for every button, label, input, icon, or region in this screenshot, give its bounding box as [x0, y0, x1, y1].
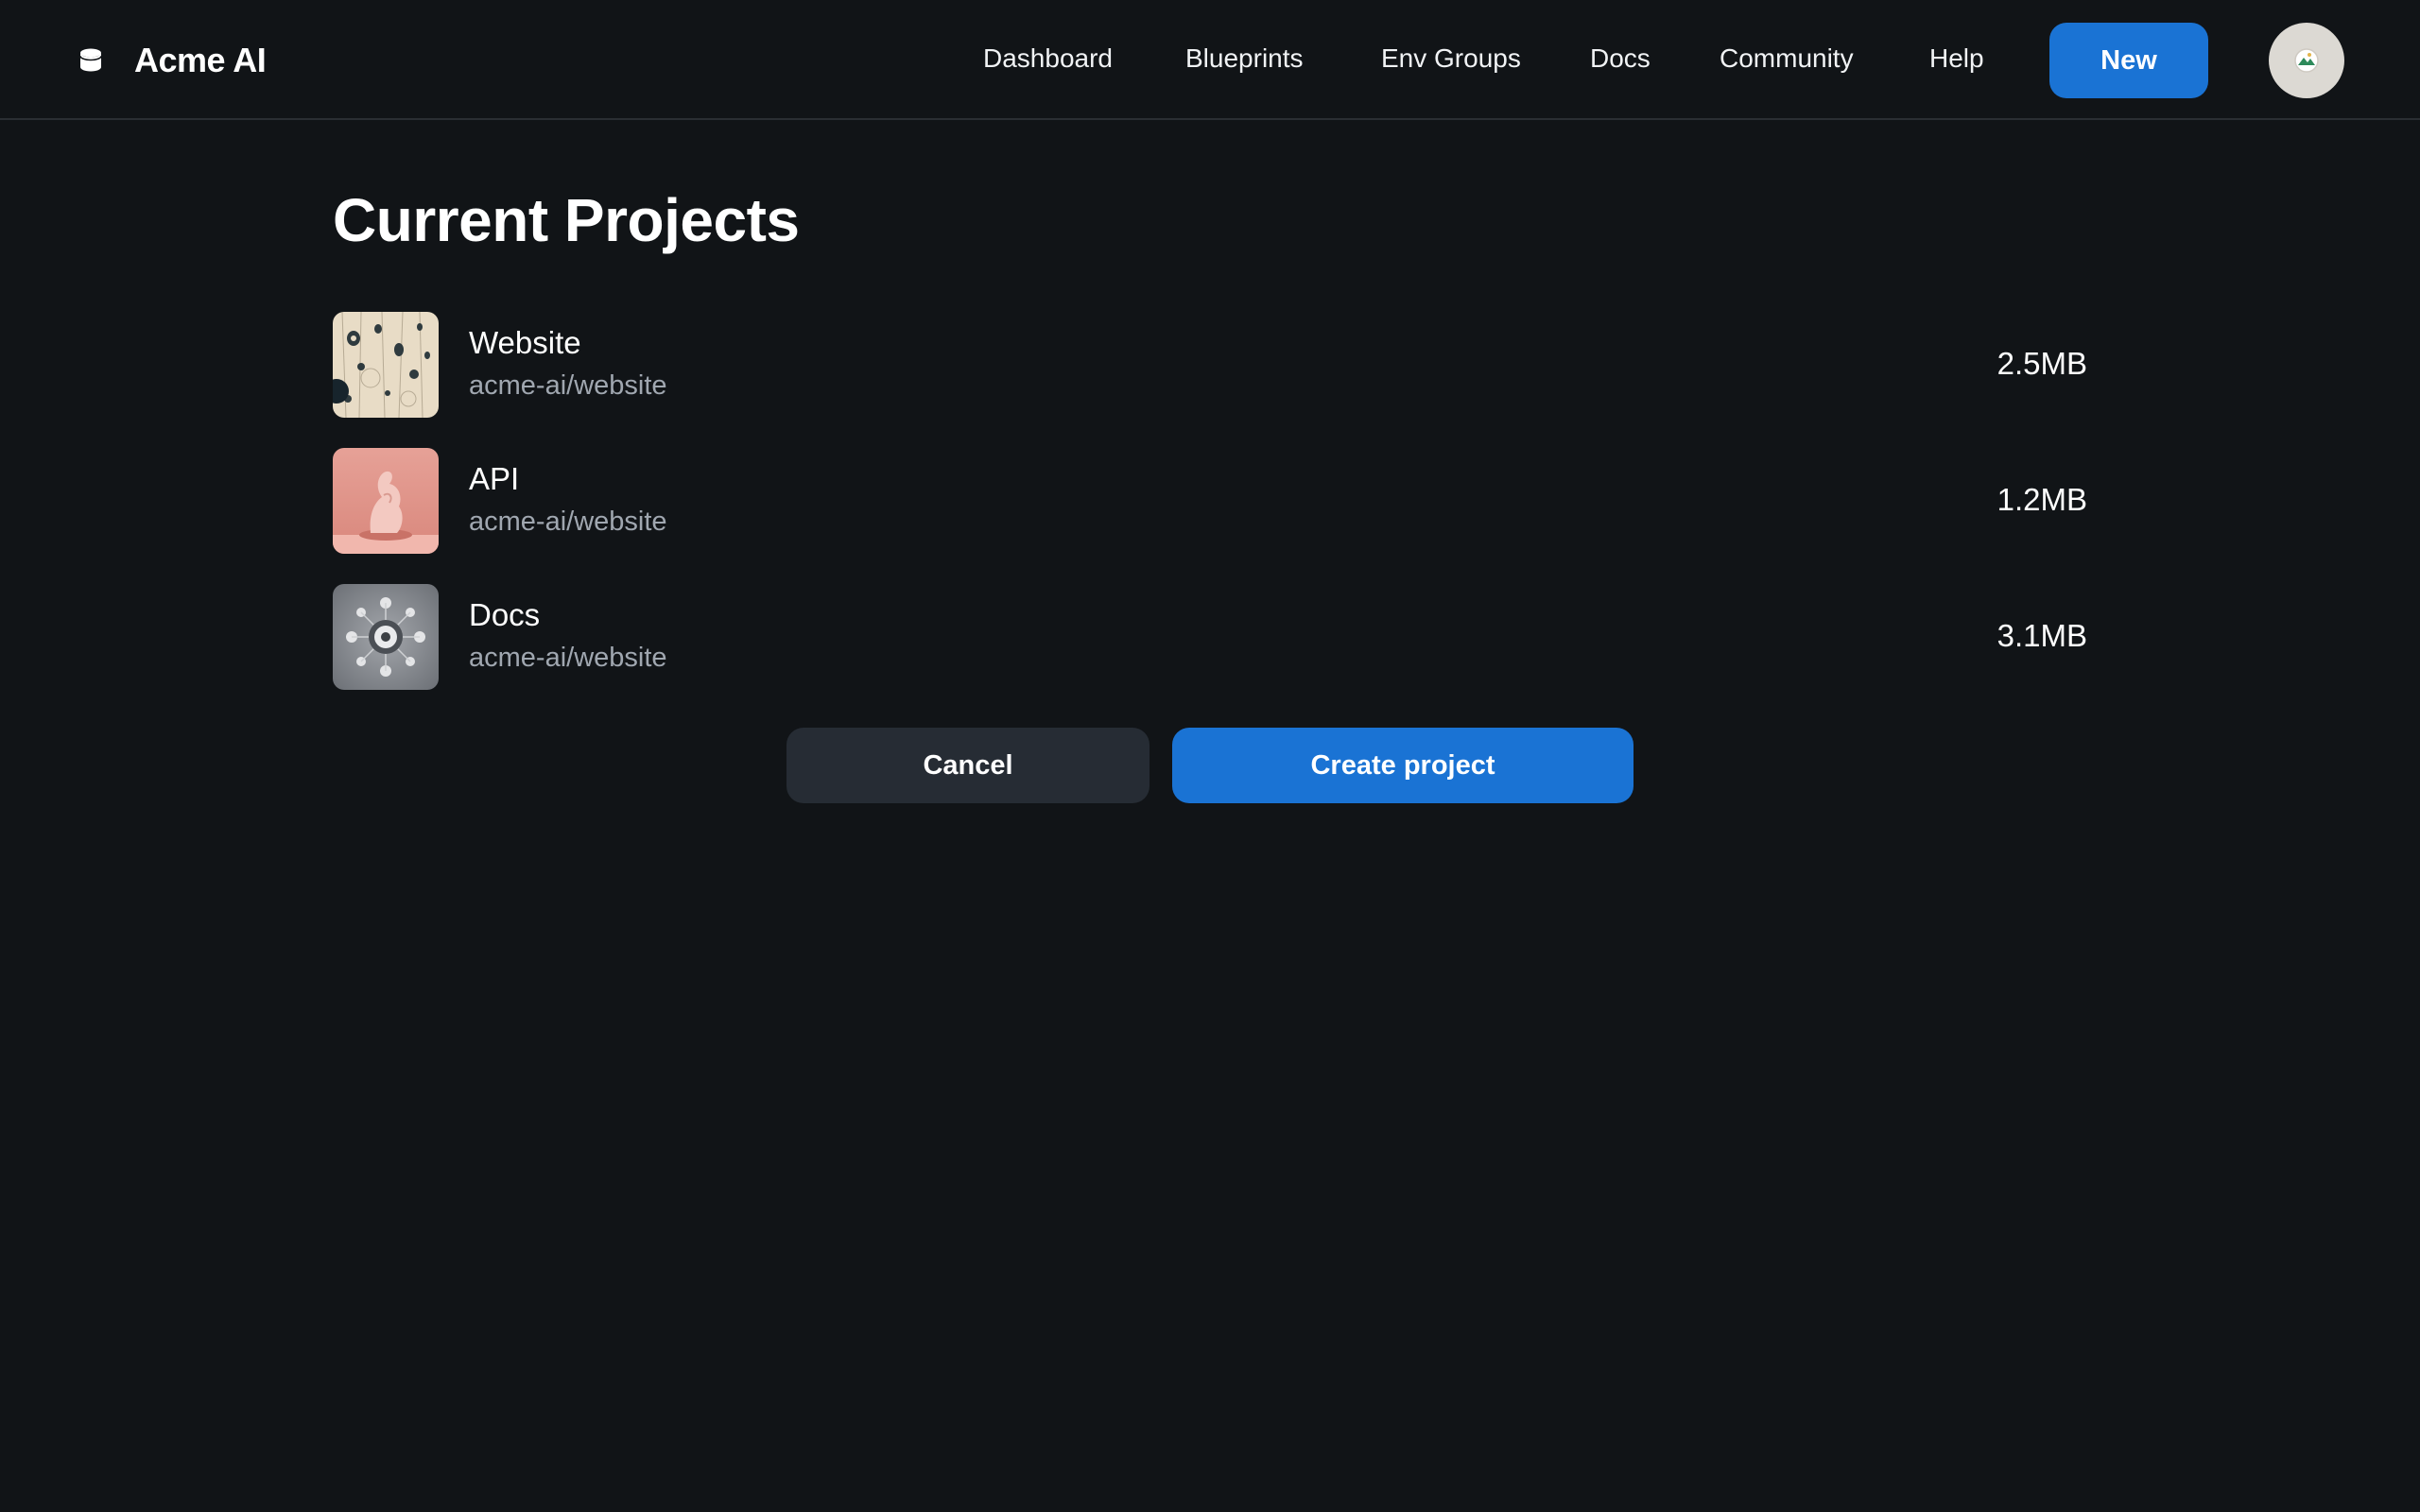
- project-size: 1.2MB: [1996, 482, 2087, 517]
- project-name: Docs: [469, 597, 541, 632]
- top-navbar: Acme AI Dashboard Blueprints Env Groups …: [0, 0, 2420, 120]
- user-avatar[interactable]: [2269, 23, 2344, 98]
- project-thumbnail-docs: [333, 584, 439, 690]
- create-project-button[interactable]: Create project: [1172, 728, 1634, 803]
- project-repo: acme-ai/website: [469, 370, 667, 401]
- project-name: API: [469, 461, 520, 496]
- nav-community[interactable]: Community: [1720, 0, 1854, 117]
- new-button[interactable]: New: [2049, 23, 2208, 98]
- project-row-docs[interactable]: Docs acme-ai/website 3.1MB: [333, 584, 2087, 690]
- project-repo: acme-ai/website: [469, 507, 667, 537]
- project-row-api[interactable]: API acme-ai/website 1.2MB: [333, 448, 2087, 554]
- cancel-button[interactable]: Cancel: [786, 728, 1150, 803]
- project-repo: acme-ai/website: [469, 643, 667, 673]
- page-title: Current Projects: [333, 186, 800, 254]
- project-thumbnail-api: [333, 448, 439, 554]
- nav-docs[interactable]: Docs: [1590, 0, 1651, 117]
- project-row-website[interactable]: Website acme-ai/website 2.5MB: [333, 312, 2087, 418]
- project-thumbnail-website: [333, 312, 439, 418]
- nav-help[interactable]: Help: [1929, 0, 1984, 117]
- nav-blueprints[interactable]: Blueprints: [1185, 0, 1304, 117]
- project-size: 2.5MB: [1996, 346, 2087, 381]
- project-size: 3.1MB: [1996, 618, 2087, 653]
- project-name: Website: [469, 325, 581, 360]
- nav-env-groups[interactable]: Env Groups: [1381, 0, 1521, 117]
- avatar-image-icon: [2294, 48, 2319, 73]
- nav-dashboard[interactable]: Dashboard: [983, 0, 1113, 117]
